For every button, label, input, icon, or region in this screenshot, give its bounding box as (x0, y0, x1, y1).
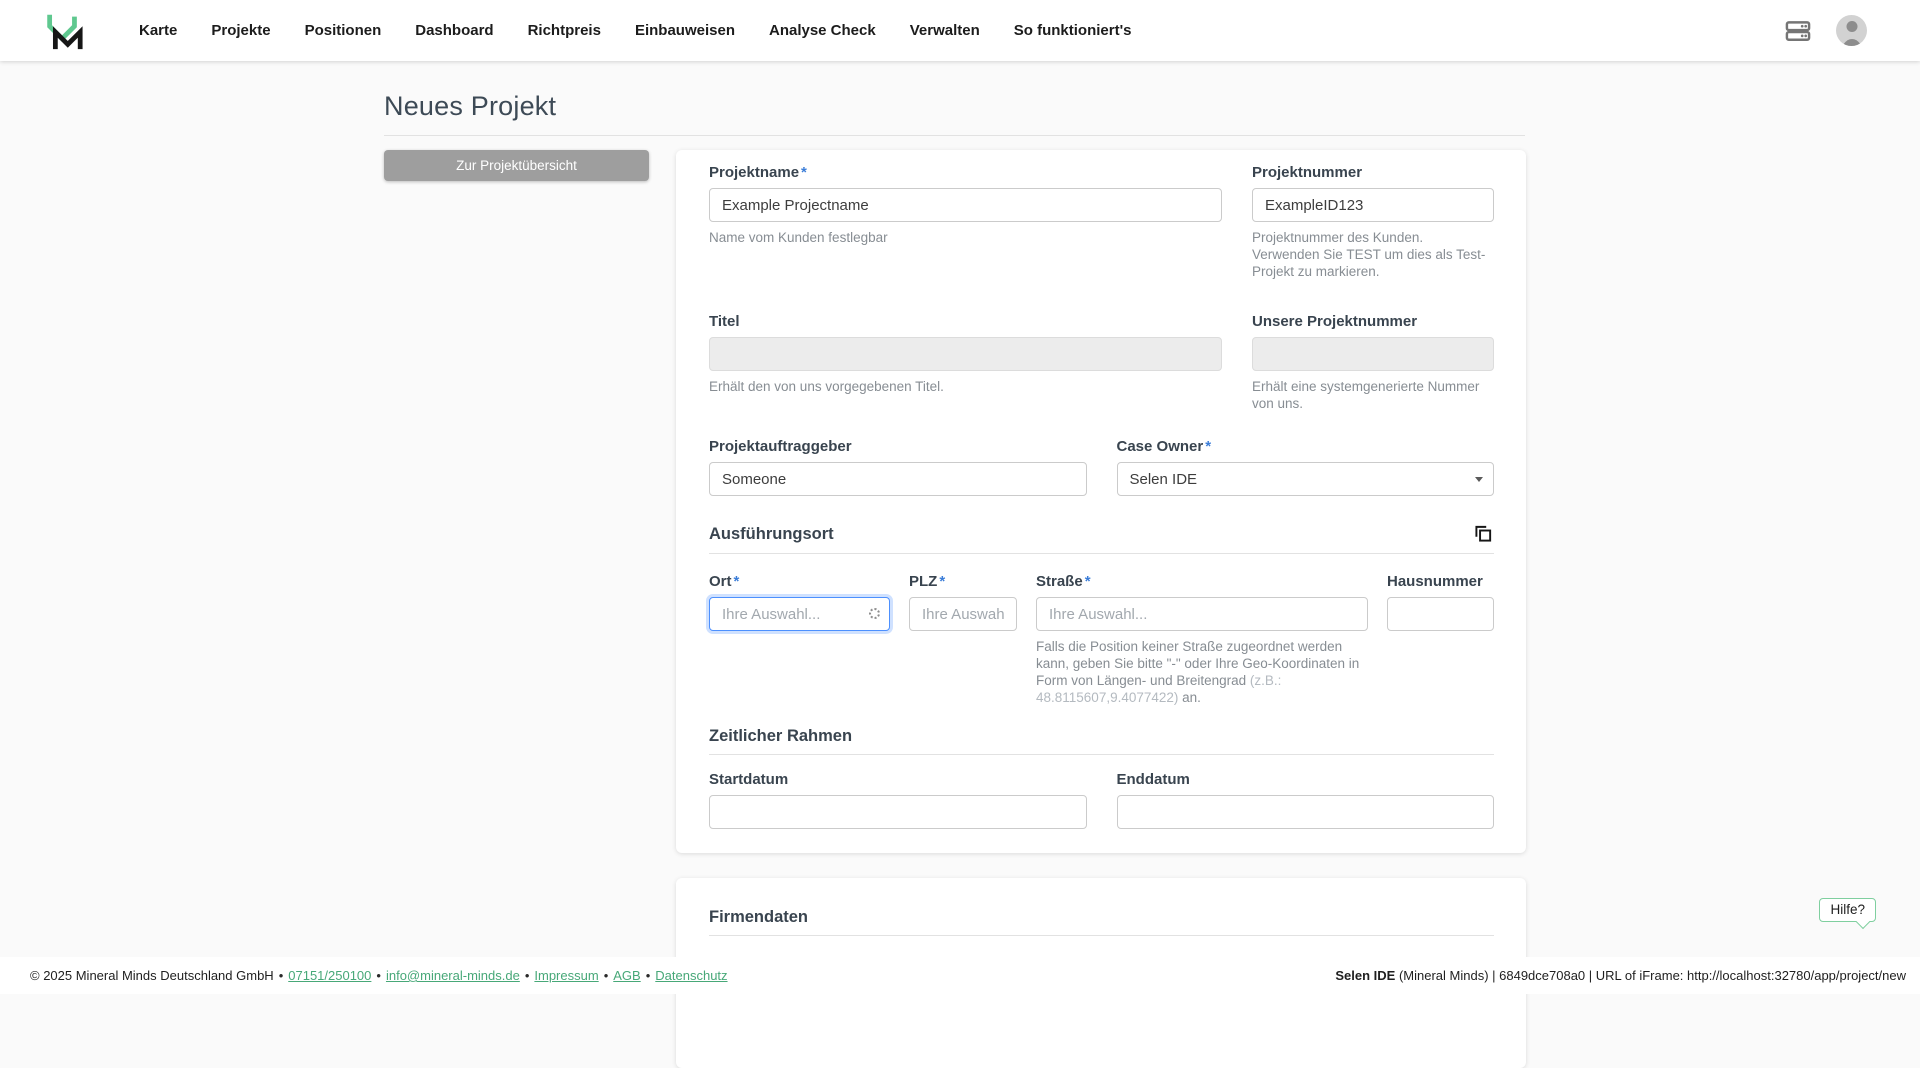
projektnummer-input[interactable] (1252, 188, 1494, 222)
projektname-label: Projektname* (709, 164, 1222, 181)
back-to-project-overview-button[interactable]: Zur Projektübersicht (384, 150, 649, 181)
footer-status: Selen IDE (Mineral Minds) | 6849dce708a0… (1335, 968, 1906, 983)
help-button[interactable]: Hilfe? (1819, 898, 1876, 922)
titel-input (709, 337, 1222, 371)
strasse-field: Straße* Falls die Position keiner Straße… (1036, 573, 1368, 706)
nav-item-karte[interactable]: Karte (139, 22, 177, 39)
case-owner-selected-value: Selen IDE (1130, 471, 1198, 488)
nav-item-dashboard[interactable]: Dashboard (415, 22, 493, 39)
required-marker: * (939, 573, 945, 590)
unsere-projektnummer-label: Unsere Projektnummer (1252, 313, 1494, 330)
nav-item-so-funktionierts[interactable]: So funktioniert's (1014, 22, 1132, 39)
top-nav: Karte Projekte Positionen Dashboard Rich… (0, 0, 1920, 61)
plz-field: PLZ* (909, 573, 1017, 706)
agb-link[interactable]: AGB (613, 968, 640, 983)
plz-input[interactable] (909, 597, 1017, 631)
ort-field: Ort* (709, 573, 890, 706)
nav-item-projekte[interactable]: Projekte (211, 22, 270, 39)
required-marker: * (734, 573, 740, 590)
ort-input[interactable] (709, 597, 890, 631)
startdatum-field: Startdatum (709, 771, 1087, 829)
user-avatar[interactable] (1836, 15, 1867, 46)
case-owner-select[interactable]: Selen IDE (1117, 462, 1495, 496)
mineral-minds-logo-icon[interactable] (42, 10, 84, 52)
plz-label: PLZ* (909, 573, 1017, 590)
startdatum-input[interactable] (709, 795, 1087, 829)
projektnummer-label: Projektnummer (1252, 164, 1494, 181)
titel-field: Titel Erhält den von uns vorgegebenen Ti… (709, 313, 1222, 412)
enddatum-field: Enddatum (1117, 771, 1495, 829)
project-form-card: Projektname* Name vom Kunden festlegbar … (676, 150, 1526, 853)
email-link[interactable]: info@mineral-minds.de (386, 968, 520, 983)
titel-label: Titel (709, 313, 1222, 330)
status-details: (Mineral Minds) | 6849dce708a0 | URL of … (1395, 968, 1906, 983)
copy-icon[interactable] (1472, 523, 1494, 545)
header-actions (1784, 15, 1867, 46)
firmendaten-heading: Firmendaten (709, 908, 808, 927)
avatar-head-icon (1846, 21, 1857, 32)
copyright-text: © 2025 Mineral Minds Deutschland GmbH (30, 968, 274, 983)
case-owner-label: Case Owner* (1117, 438, 1495, 455)
datenschutz-link[interactable]: Datenschutz (655, 968, 727, 983)
hausnummer-field: Hausnummer (1387, 573, 1494, 706)
hausnummer-label: Hausnummer (1387, 573, 1494, 590)
nav-item-einbauweisen[interactable]: Einbauweisen (635, 22, 735, 39)
unsere-projektnummer-helper: Erhält eine systemgenerierte Nummer von … (1252, 378, 1494, 412)
case-owner-field: Case Owner* Selen IDE (1117, 438, 1495, 496)
enddatum-input[interactable] (1117, 795, 1495, 829)
unsere-projektnummer-input (1252, 337, 1494, 371)
nav-item-richtpreis[interactable]: Richtpreis (528, 22, 601, 39)
footer: © 2025 Mineral Minds Deutschland GmbH•07… (0, 957, 1920, 994)
strasse-helper: Falls die Position keiner Straße zugeord… (1036, 638, 1368, 706)
required-marker: * (1085, 573, 1091, 590)
strasse-input[interactable] (1036, 597, 1368, 631)
strasse-label: Straße* (1036, 573, 1368, 590)
nav-item-analyse-check[interactable]: Analyse Check (769, 22, 876, 39)
required-marker: * (801, 164, 807, 181)
ort-label: Ort* (709, 573, 890, 590)
nav-item-verwalten[interactable]: Verwalten (910, 22, 980, 39)
startdatum-label: Startdatum (709, 771, 1087, 788)
main-nav: Karte Projekte Positionen Dashboard Rich… (139, 22, 1132, 39)
required-marker: * (1205, 438, 1211, 455)
page-title: Neues Projekt (384, 91, 1525, 136)
content-area: Neues Projekt Zur Projektübersicht Proje… (384, 91, 1525, 1068)
projektnummer-field: Projektnummer Projektnummer des Kunden. … (1252, 164, 1494, 280)
nav-item-positionen[interactable]: Positionen (305, 22, 382, 39)
ausfuehrungsort-heading: Ausführungsort (709, 525, 834, 544)
zeitlicher-rahmen-section-header: Zeitlicher Rahmen (709, 727, 1494, 755)
projektname-input[interactable] (709, 188, 1222, 222)
avatar-body-icon (1841, 39, 1863, 46)
impressum-link[interactable]: Impressum (534, 968, 598, 983)
projektauftraggeber-label: Projektauftraggeber (709, 438, 1087, 455)
projektname-helper: Name vom Kunden festlegbar (709, 229, 1222, 246)
unsere-projektnummer-field: Unsere Projektnummer Erhält eine systemg… (1252, 313, 1494, 412)
projektauftraggeber-input[interactable] (709, 462, 1087, 496)
left-column: Zur Projektübersicht (384, 150, 649, 181)
ausfuehrungsort-section-header: Ausführungsort (709, 523, 1494, 554)
enddatum-label: Enddatum (1117, 771, 1495, 788)
hausnummer-input[interactable] (1387, 597, 1494, 631)
zeitlicher-rahmen-heading: Zeitlicher Rahmen (709, 727, 852, 746)
loading-spinner-icon (869, 608, 880, 619)
server-icon[interactable] (1784, 17, 1812, 45)
projektnummer-helper: Projektnummer des Kunden. Verwenden Sie … (1252, 229, 1494, 280)
projektauftraggeber-field: Projektauftraggeber (709, 438, 1087, 496)
phone-link[interactable]: 07151/250100 (288, 968, 371, 983)
chevron-down-icon (1475, 477, 1483, 482)
footer-left: © 2025 Mineral Minds Deutschland GmbH•07… (30, 968, 728, 983)
titel-helper: Erhält den von uns vorgegebenen Titel. (709, 378, 1222, 395)
projektname-field: Projektname* Name vom Kunden festlegbar (709, 164, 1222, 280)
firmendaten-section-header: Firmendaten (709, 908, 1494, 936)
status-user: Selen IDE (1335, 968, 1395, 983)
